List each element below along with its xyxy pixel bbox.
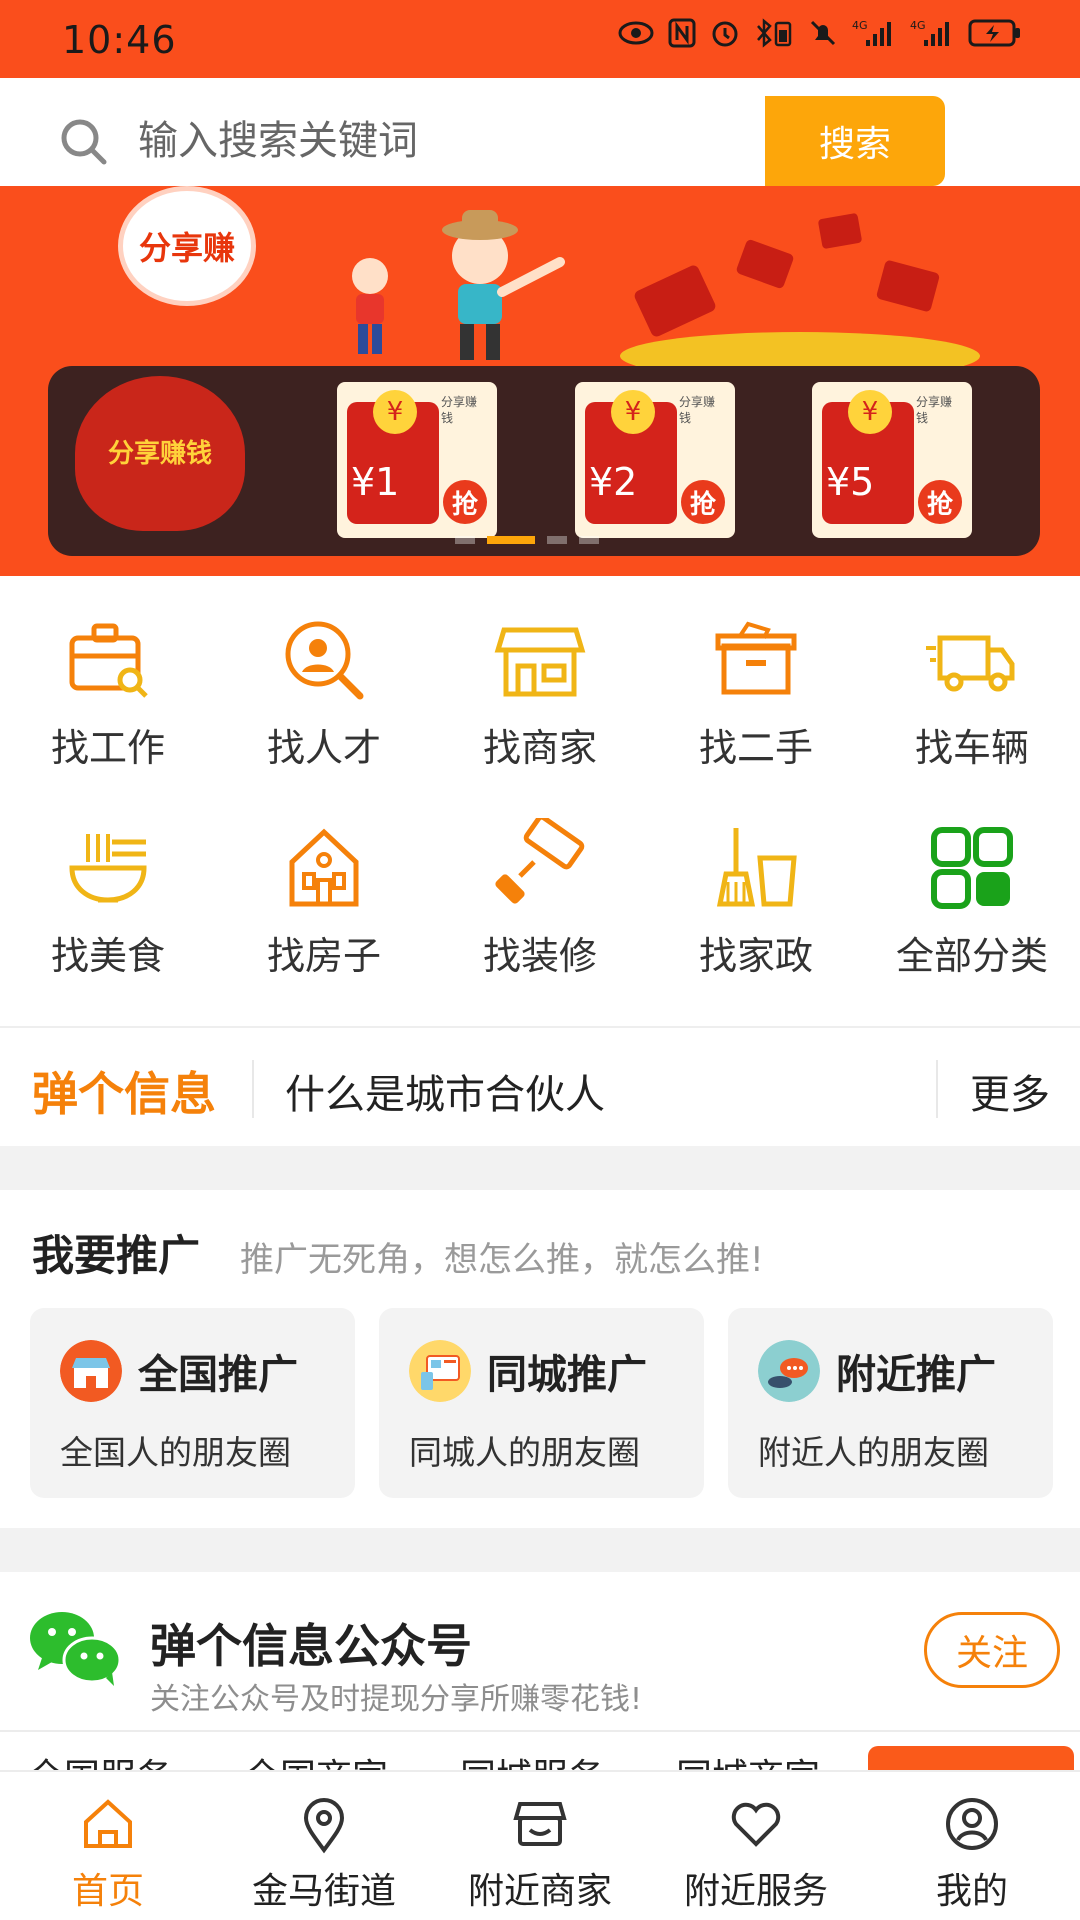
category-find-talent[interactable]: 找人才	[216, 580, 432, 780]
category-find-housekeeping[interactable]: 找家政	[648, 788, 864, 988]
heart-icon	[731, 1802, 781, 1847]
red-packet-coupon[interactable]: ¥ ¥5 分享赚钱 抢	[812, 382, 972, 538]
promo-card-nearby[interactable]: 附近推广 附近人的朋友圈	[728, 1308, 1053, 1498]
shop-icon	[513, 1802, 567, 1846]
tab-strip-action[interactable]	[868, 1746, 1074, 1770]
divider	[252, 1060, 254, 1118]
storefront-icon	[494, 627, 586, 697]
nfc-icon	[668, 18, 696, 48]
status-icons: 4G 4G	[618, 18, 1022, 48]
section-gap	[0, 1146, 1080, 1190]
category-find-job[interactable]: 找工作	[0, 580, 216, 780]
page-dot[interactable]	[547, 536, 567, 544]
briefcase-search-icon	[69, 623, 148, 698]
tab-national-services[interactable]: 全国服务	[28, 1748, 172, 1770]
wechat-icon	[30, 1612, 122, 1686]
city-screen-icon	[409, 1340, 471, 1402]
money-bag-icon: 分享赚钱	[75, 376, 245, 531]
category-find-merchant[interactable]: 找商家	[432, 580, 648, 780]
nav-home[interactable]: 首页	[0, 1772, 216, 1920]
page-dot[interactable]	[455, 536, 475, 544]
banner-speech-bubble: 分享赚	[118, 186, 256, 306]
search-icon	[61, 119, 107, 165]
news-ticker: 弹个信息 什么是城市合伙人 更多	[0, 1028, 1080, 1146]
banner-illustration-people	[352, 210, 565, 360]
banner-illustration-envelopes	[620, 213, 980, 366]
signal-4g-icon: 4G	[910, 19, 949, 46]
tab-national-merchants[interactable]: 全国商家	[244, 1748, 388, 1770]
ticker-headline[interactable]: 什么是城市合伙人	[285, 1062, 605, 1120]
share-icon[interactable]	[972, 100, 1044, 180]
category-find-vehicle[interactable]: 找车辆	[864, 580, 1080, 780]
page-dot[interactable]	[579, 536, 599, 544]
banner-pagination	[455, 536, 599, 544]
promo-card-city[interactable]: 同城推广 同城人的朋友圈	[379, 1308, 704, 1498]
profile-icon	[946, 1798, 998, 1850]
red-packet-coupon[interactable]: ¥ ¥1 分享赚钱 抢	[337, 382, 497, 538]
yuan-coin-icon: ¥	[373, 390, 417, 434]
bottom-navigation: 首页 金马街道 附近商家 附近服务 我的	[0, 1770, 1080, 1920]
location-pin-icon	[303, 1798, 345, 1854]
nearby-chat-icon	[758, 1340, 820, 1402]
status-time: 10:46	[62, 18, 177, 62]
noodle-bowl-icon	[69, 834, 147, 903]
promo-card-national[interactable]: 全国推广 全国人的朋友圈	[30, 1308, 355, 1498]
official-account-subtitle: 关注公众号及时提现分享所赚零花钱!	[150, 1682, 643, 1717]
promotion-subtitle: 推广无死角，想怎么推，就怎么推!	[240, 1240, 764, 1280]
ticker-brand: 弹个信息	[32, 1067, 216, 1121]
search-input[interactable]	[138, 96, 778, 186]
signal-4g-icon: 4G	[852, 19, 891, 46]
promo-banner[interactable]: 分享赚 分享赚钱 ¥ ¥1 分享赚钱 抢 ¥ ¥2 分享赚钱 抢 ¥ ¥5 分享…	[0, 186, 1080, 576]
yuan-coin-icon: ¥	[611, 390, 655, 434]
nav-nearby-merchants[interactable]: 附近商家	[432, 1772, 648, 1920]
eye-icon	[618, 21, 654, 45]
tab-city-services[interactable]: 同城服务	[460, 1748, 604, 1770]
category-all[interactable]: 全部分类	[864, 788, 1080, 988]
person-search-icon	[285, 621, 364, 700]
paint-roller-icon	[495, 818, 585, 904]
all-categories-icon	[931, 827, 1013, 909]
search-bar: 搜索	[30, 96, 945, 186]
nav-nearby-services[interactable]: 附近服务	[648, 1772, 864, 1920]
svg-text:4G: 4G	[852, 19, 868, 32]
house-icon	[289, 828, 359, 907]
alarm-icon	[712, 21, 738, 47]
bluetooth-battery-icon	[757, 18, 792, 48]
battery-charging-icon	[968, 19, 1020, 47]
red-packet-coupon[interactable]: ¥ ¥2 分享赚钱 抢	[575, 382, 735, 538]
search-button[interactable]: 搜索	[765, 96, 945, 186]
divider	[936, 1060, 938, 1118]
grab-badge: 抢	[443, 480, 487, 524]
service-tab-strip: 全国服务 全国商家 同城服务 同城商家	[0, 1730, 1080, 1770]
yuan-coin-icon: ¥	[848, 390, 892, 434]
grab-badge: 抢	[681, 480, 725, 524]
page-dot-active[interactable]	[487, 536, 535, 544]
category-find-house[interactable]: 找房子	[216, 788, 432, 988]
grab-badge: 抢	[918, 480, 962, 524]
promotion-title: 我要推广	[32, 1231, 201, 1280]
truck-icon	[926, 635, 1015, 692]
national-store-icon	[60, 1340, 122, 1402]
category-find-renovation[interactable]: 找装修	[432, 788, 648, 988]
status-bar: 10:46 4G 4G	[0, 0, 1080, 78]
follow-button[interactable]: 关注	[924, 1612, 1060, 1688]
category-grid: 找工作 找人才 找商家 找二手 找车辆 找美食 找房子 找装修 找家政 全部分类	[0, 580, 1080, 1000]
official-account-title: 弹个信息公众号	[150, 1619, 472, 1673]
category-find-secondhand[interactable]: 找二手	[648, 580, 864, 780]
section-gap	[0, 1528, 1080, 1572]
svg-text:4G: 4G	[910, 19, 926, 32]
ticker-more-link[interactable]: 更多	[970, 1062, 1050, 1120]
category-find-food[interactable]: 找美食	[0, 788, 216, 988]
home-icon	[84, 1799, 132, 1848]
mute-bell-icon	[810, 20, 836, 46]
nav-jinma-street[interactable]: 金马街道	[216, 1772, 432, 1920]
nav-profile[interactable]: 我的	[864, 1772, 1080, 1920]
secondhand-box-icon	[715, 621, 797, 695]
broom-bucket-icon	[716, 828, 797, 907]
tab-city-merchants[interactable]: 同城商家	[676, 1748, 820, 1770]
